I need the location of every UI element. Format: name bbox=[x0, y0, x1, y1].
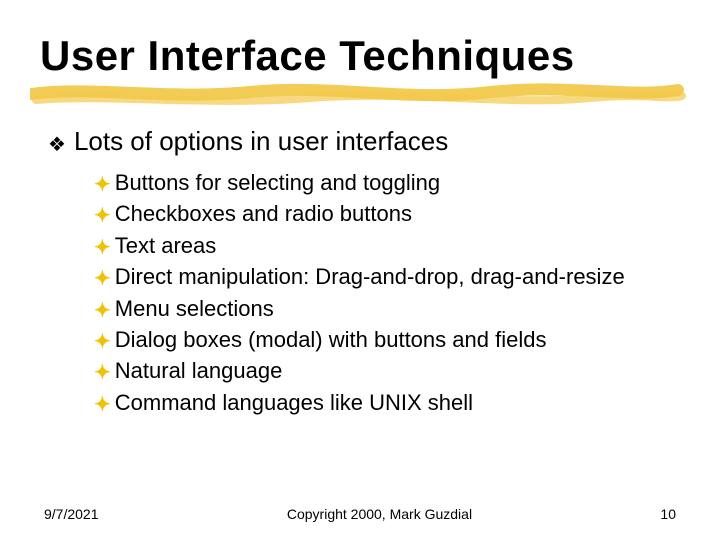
title-underline bbox=[40, 84, 680, 110]
footer-copyright: Copyright 2000, Mark Guzdial bbox=[99, 506, 661, 522]
bullet-level2: ✦ Direct manipulation: Drag-and-drop, dr… bbox=[94, 261, 680, 292]
sub-bullet-list: ✦ Buttons for selecting and toggling ✦ C… bbox=[48, 167, 680, 418]
bullet-level2: ✦ Command languages like UNIX shell bbox=[94, 387, 680, 418]
star-bullet-icon: ✦ bbox=[94, 297, 111, 325]
star-bullet-icon: ✦ bbox=[94, 265, 111, 293]
bullet-level1-text: Lots of options in user interfaces bbox=[74, 126, 448, 157]
footer-date: 9/7/2021 bbox=[44, 506, 99, 522]
bullet-level2-text: Text areas bbox=[115, 230, 217, 261]
bullet-level2-text: Checkboxes and radio buttons bbox=[115, 198, 412, 229]
star-bullet-icon: ✦ bbox=[94, 202, 111, 230]
bullet-level2-text: Menu selections bbox=[115, 293, 274, 324]
bullet-level2-text: Natural language bbox=[115, 355, 283, 386]
marker-underline-icon bbox=[30, 80, 690, 110]
bullet-level2: ✦ Buttons for selecting and toggling bbox=[94, 167, 680, 198]
bullet-level2-text: Buttons for selecting and toggling bbox=[115, 167, 440, 198]
star-bullet-icon: ✦ bbox=[94, 359, 111, 387]
diamond-bullet-icon: ❖ bbox=[48, 132, 66, 157]
slide-body: ❖ Lots of options in user interfaces ✦ B… bbox=[40, 126, 680, 418]
slide-title: User Interface Techniques bbox=[40, 34, 680, 78]
bullet-level2: ✦ Checkboxes and radio buttons bbox=[94, 198, 680, 229]
bullet-level2-text: Dialog boxes (modal) with buttons and fi… bbox=[115, 324, 547, 355]
star-bullet-icon: ✦ bbox=[94, 171, 111, 199]
star-bullet-icon: ✦ bbox=[94, 234, 111, 262]
star-bullet-icon: ✦ bbox=[94, 328, 111, 356]
star-bullet-icon: ✦ bbox=[94, 391, 111, 419]
bullet-level2: ✦ Dialog boxes (modal) with buttons and … bbox=[94, 324, 680, 355]
slide-footer: 9/7/2021 Copyright 2000, Mark Guzdial 10 bbox=[0, 506, 720, 522]
bullet-level2-text: Direct manipulation: Drag-and-drop, drag… bbox=[115, 261, 625, 292]
bullet-level2: ✦ Menu selections bbox=[94, 293, 680, 324]
bullet-level2: ✦ Text areas bbox=[94, 230, 680, 261]
bullet-level2: ✦ Natural language bbox=[94, 355, 680, 386]
slide: User Interface Techniques ❖ Lots of opti… bbox=[0, 0, 720, 540]
bullet-level1: ❖ Lots of options in user interfaces bbox=[48, 126, 680, 157]
footer-page-number: 10 bbox=[660, 506, 676, 522]
bullet-level2-text: Command languages like UNIX shell bbox=[115, 387, 473, 418]
